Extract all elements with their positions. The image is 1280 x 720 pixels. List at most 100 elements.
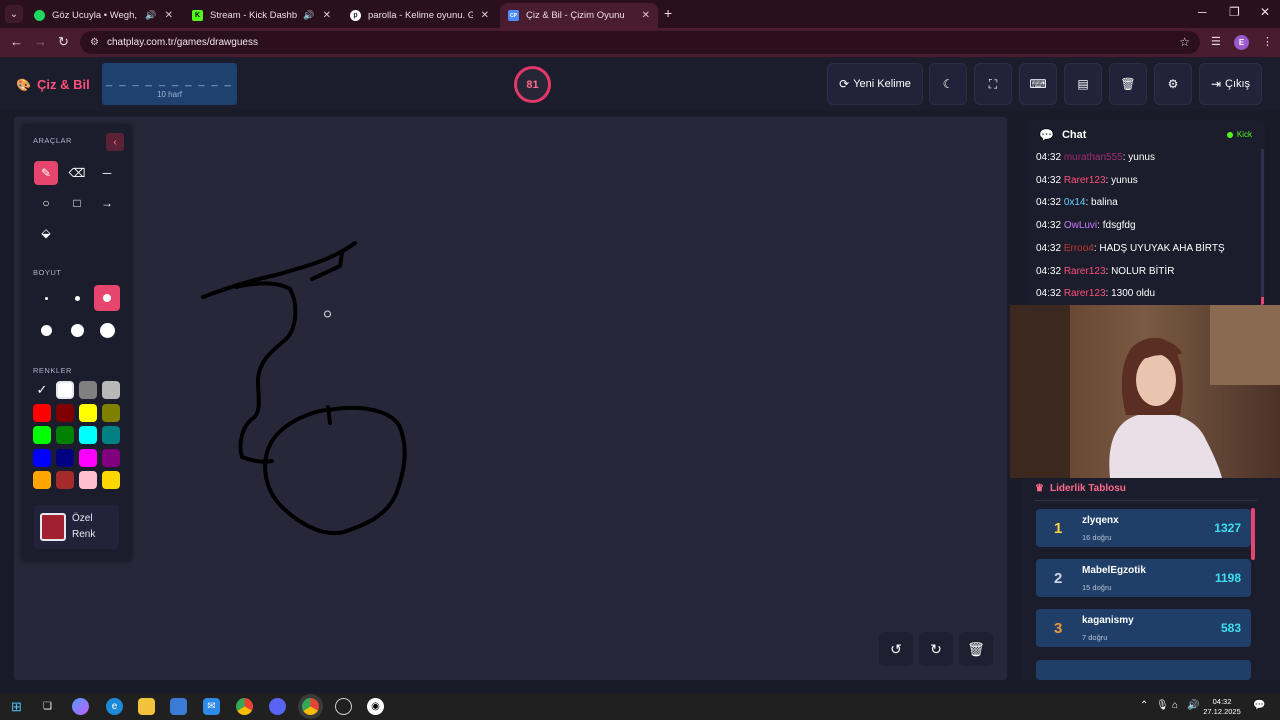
browser-tab-2[interactable]: K Stream - Kick Dashboard 🔊 ✕	[184, 3, 339, 28]
size-option-6[interactable]	[94, 317, 120, 343]
size-option-4[interactable]	[33, 317, 59, 343]
forward-icon[interactable]: →	[34, 34, 47, 49]
rectangle-tool[interactable]: □	[65, 191, 89, 215]
file-explorer-icon[interactable]	[138, 698, 155, 715]
notification-icon[interactable]: 💬	[1253, 700, 1265, 711]
color-swatch[interactable]	[33, 403, 51, 422]
chat-username[interactable]: Rarer123	[1064, 288, 1106, 299]
color-swatch[interactable]	[79, 403, 97, 422]
line-tool[interactable]: ─	[95, 161, 119, 185]
close-tab-icon[interactable]: ✕	[323, 10, 331, 21]
color-swatch[interactable]	[102, 471, 120, 490]
menu-icon[interactable]: ⋮	[1262, 35, 1273, 48]
back-icon[interactable]: ←	[10, 34, 23, 49]
copilot-icon[interactable]	[72, 698, 89, 715]
size-option-5[interactable]	[64, 317, 90, 343]
chat-username[interactable]: Rarer123	[1064, 266, 1106, 277]
fill-tool[interactable]: ⬙	[34, 221, 58, 245]
url-field[interactable]: ⚙ chatplay.com.tr/games/drawguess ☆	[80, 31, 1200, 54]
arrow-tool[interactable]: →	[95, 191, 119, 215]
size-option-1[interactable]	[33, 285, 59, 311]
task-view-icon[interactable]: ❏	[39, 698, 56, 715]
leaderboard-row[interactable]: 2 MabelEgzotik 15 doğru 1198	[1036, 559, 1251, 597]
color-swatch[interactable]	[56, 426, 74, 445]
leaderboard-row[interactable]: 1 zlyqenx 16 doğru 1327	[1036, 509, 1251, 547]
chat-scrollbar[interactable]	[1261, 149, 1264, 305]
color-swatch[interactable]	[56, 448, 74, 467]
site-info-icon[interactable]: ⚙	[90, 37, 99, 48]
custom-color-button[interactable]: Özel Renk	[34, 505, 119, 549]
close-tab-icon[interactable]: ✕	[642, 10, 650, 21]
close-tab-icon[interactable]: ✕	[481, 10, 489, 21]
bookmark-star-icon[interactable]: ☆	[1179, 35, 1190, 49]
circle-tool[interactable]: ○	[34, 191, 58, 215]
settings-button[interactable]: ⚙	[1154, 63, 1192, 105]
clear-canvas-button[interactable]: 🗑	[959, 632, 993, 666]
fullscreen-button[interactable]: ⛶	[974, 63, 1012, 105]
drawing-canvas[interactable]	[14, 117, 1007, 680]
chrome-icon[interactable]	[236, 698, 253, 715]
color-swatch[interactable]: ✓	[33, 381, 51, 399]
delete-button[interactable]: 🗑	[1109, 63, 1147, 105]
size-option-2[interactable]	[64, 285, 90, 311]
color-swatch[interactable]	[56, 403, 74, 422]
color-swatch[interactable]	[102, 381, 120, 399]
eraser-tool[interactable]: ⌫	[65, 161, 89, 185]
brush-tool[interactable]: ✎	[34, 161, 58, 185]
windows-start-icon[interactable]: ⊞	[8, 698, 25, 715]
size-option-3[interactable]	[94, 285, 120, 311]
edge-icon[interactable]: e	[106, 698, 123, 715]
exit-button[interactable]: ⇥ Çıkış	[1199, 63, 1262, 105]
tab-search-icon[interactable]: ⌄	[5, 5, 23, 23]
collapse-panel-button[interactable]: ‹	[106, 133, 124, 151]
chat-username[interactable]: Rarer123	[1064, 175, 1106, 186]
chat-username[interactable]: murathan555	[1064, 152, 1123, 163]
browser-tab-4[interactable]: CP Çiz & Bil - Çizim Oyunu ✕	[500, 3, 658, 28]
color-swatch[interactable]	[56, 471, 74, 490]
minimize-icon[interactable]: ─	[1198, 5, 1207, 19]
app-logo[interactable]: 🎨 Çiz & Bil	[16, 77, 90, 92]
close-window-icon[interactable]: ✕	[1260, 5, 1270, 19]
new-tab-icon[interactable]: +	[664, 5, 672, 21]
keyboard-button[interactable]: ⌨	[1019, 63, 1057, 105]
archive-button[interactable]: ▤	[1064, 63, 1102, 105]
color-swatch[interactable]	[33, 471, 51, 490]
microphone-icon[interactable]: 🎙	[1156, 700, 1169, 711]
chrome-active-icon[interactable]	[302, 698, 319, 715]
playlist-icon[interactable]: ☰	[1211, 35, 1221, 48]
new-word-button[interactable]: ⟳ Yeni Kelime	[827, 63, 923, 105]
leaderboard-row[interactable]: 3 kaganismy 7 doğru 583	[1036, 609, 1251, 647]
undo-button[interactable]: ↺	[879, 632, 913, 666]
color-swatch[interactable]	[102, 426, 120, 445]
color-swatch[interactable]	[102, 448, 120, 467]
discord-icon[interactable]	[269, 698, 286, 715]
color-swatch[interactable]	[79, 426, 97, 445]
color-swatch[interactable]	[79, 381, 97, 399]
redo-button[interactable]: ↻	[919, 632, 953, 666]
network-icon[interactable]: ⌂	[1172, 700, 1178, 711]
color-swatch[interactable]	[102, 403, 120, 422]
chat-username[interactable]: OwLuvi	[1064, 220, 1097, 231]
theme-toggle-button[interactable]: ☾	[929, 63, 967, 105]
volume-icon[interactable]: 🔊	[1187, 700, 1199, 711]
color-swatch[interactable]	[33, 448, 51, 467]
leaderboard-scrollbar[interactable]	[1251, 508, 1255, 560]
browser-tab-1[interactable]: Göz Ucuyla • Wegh, Reynmen 🔊 ✕	[26, 3, 181, 28]
restore-icon[interactable]: ❐	[1229, 5, 1240, 19]
app-icon[interactable]: ◉	[367, 698, 384, 715]
color-swatch[interactable]	[79, 471, 97, 490]
taskbar-clock[interactable]: 04:32 27.12.2025	[1199, 697, 1245, 717]
speaker-icon[interactable]: 🔊	[303, 10, 314, 21]
obs-icon[interactable]	[335, 698, 352, 715]
chat-scroll-thumb[interactable]	[1261, 297, 1264, 305]
store-icon[interactable]	[170, 698, 187, 715]
tray-chevron-icon[interactable]: ⌃	[1140, 700, 1148, 711]
speaker-icon[interactable]: 🔊	[145, 10, 156, 21]
reload-icon[interactable]: ↻	[58, 34, 69, 50]
color-swatch[interactable]	[79, 448, 97, 467]
profile-avatar[interactable]: E	[1234, 35, 1249, 50]
mail-icon[interactable]: ✉	[203, 698, 220, 715]
browser-tab-3[interactable]: p parolla - Kelime oyunu. Günlük ✕	[342, 3, 497, 28]
close-tab-icon[interactable]: ✕	[165, 10, 173, 21]
color-swatch[interactable]	[33, 426, 51, 445]
